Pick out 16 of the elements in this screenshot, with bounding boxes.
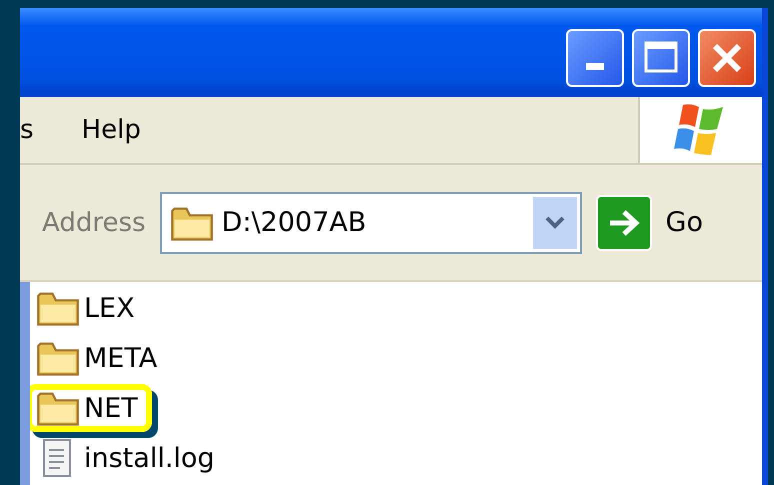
address-label: Address [42, 208, 146, 238]
menu-item[interactable]: Help [82, 115, 141, 145]
maximize-button[interactable] [632, 28, 690, 86]
go-arrow-button[interactable] [596, 194, 652, 250]
chevron-down-icon [544, 216, 565, 230]
maximize-icon [643, 40, 679, 76]
minimize-button[interactable] [566, 28, 624, 86]
address-field[interactable]: D:\2007AB [160, 192, 582, 254]
close-button[interactable] [698, 28, 756, 86]
go-label[interactable]: Go [666, 207, 703, 238]
minimize-icon [586, 63, 604, 70]
file-item[interactable]: META [30, 334, 172, 382]
file-item[interactable]: install.log [30, 434, 229, 482]
file-item[interactable]: LEX [30, 284, 149, 332]
menu-item[interactable]: s [20, 115, 34, 145]
dropdown-button[interactable] [532, 196, 577, 248]
